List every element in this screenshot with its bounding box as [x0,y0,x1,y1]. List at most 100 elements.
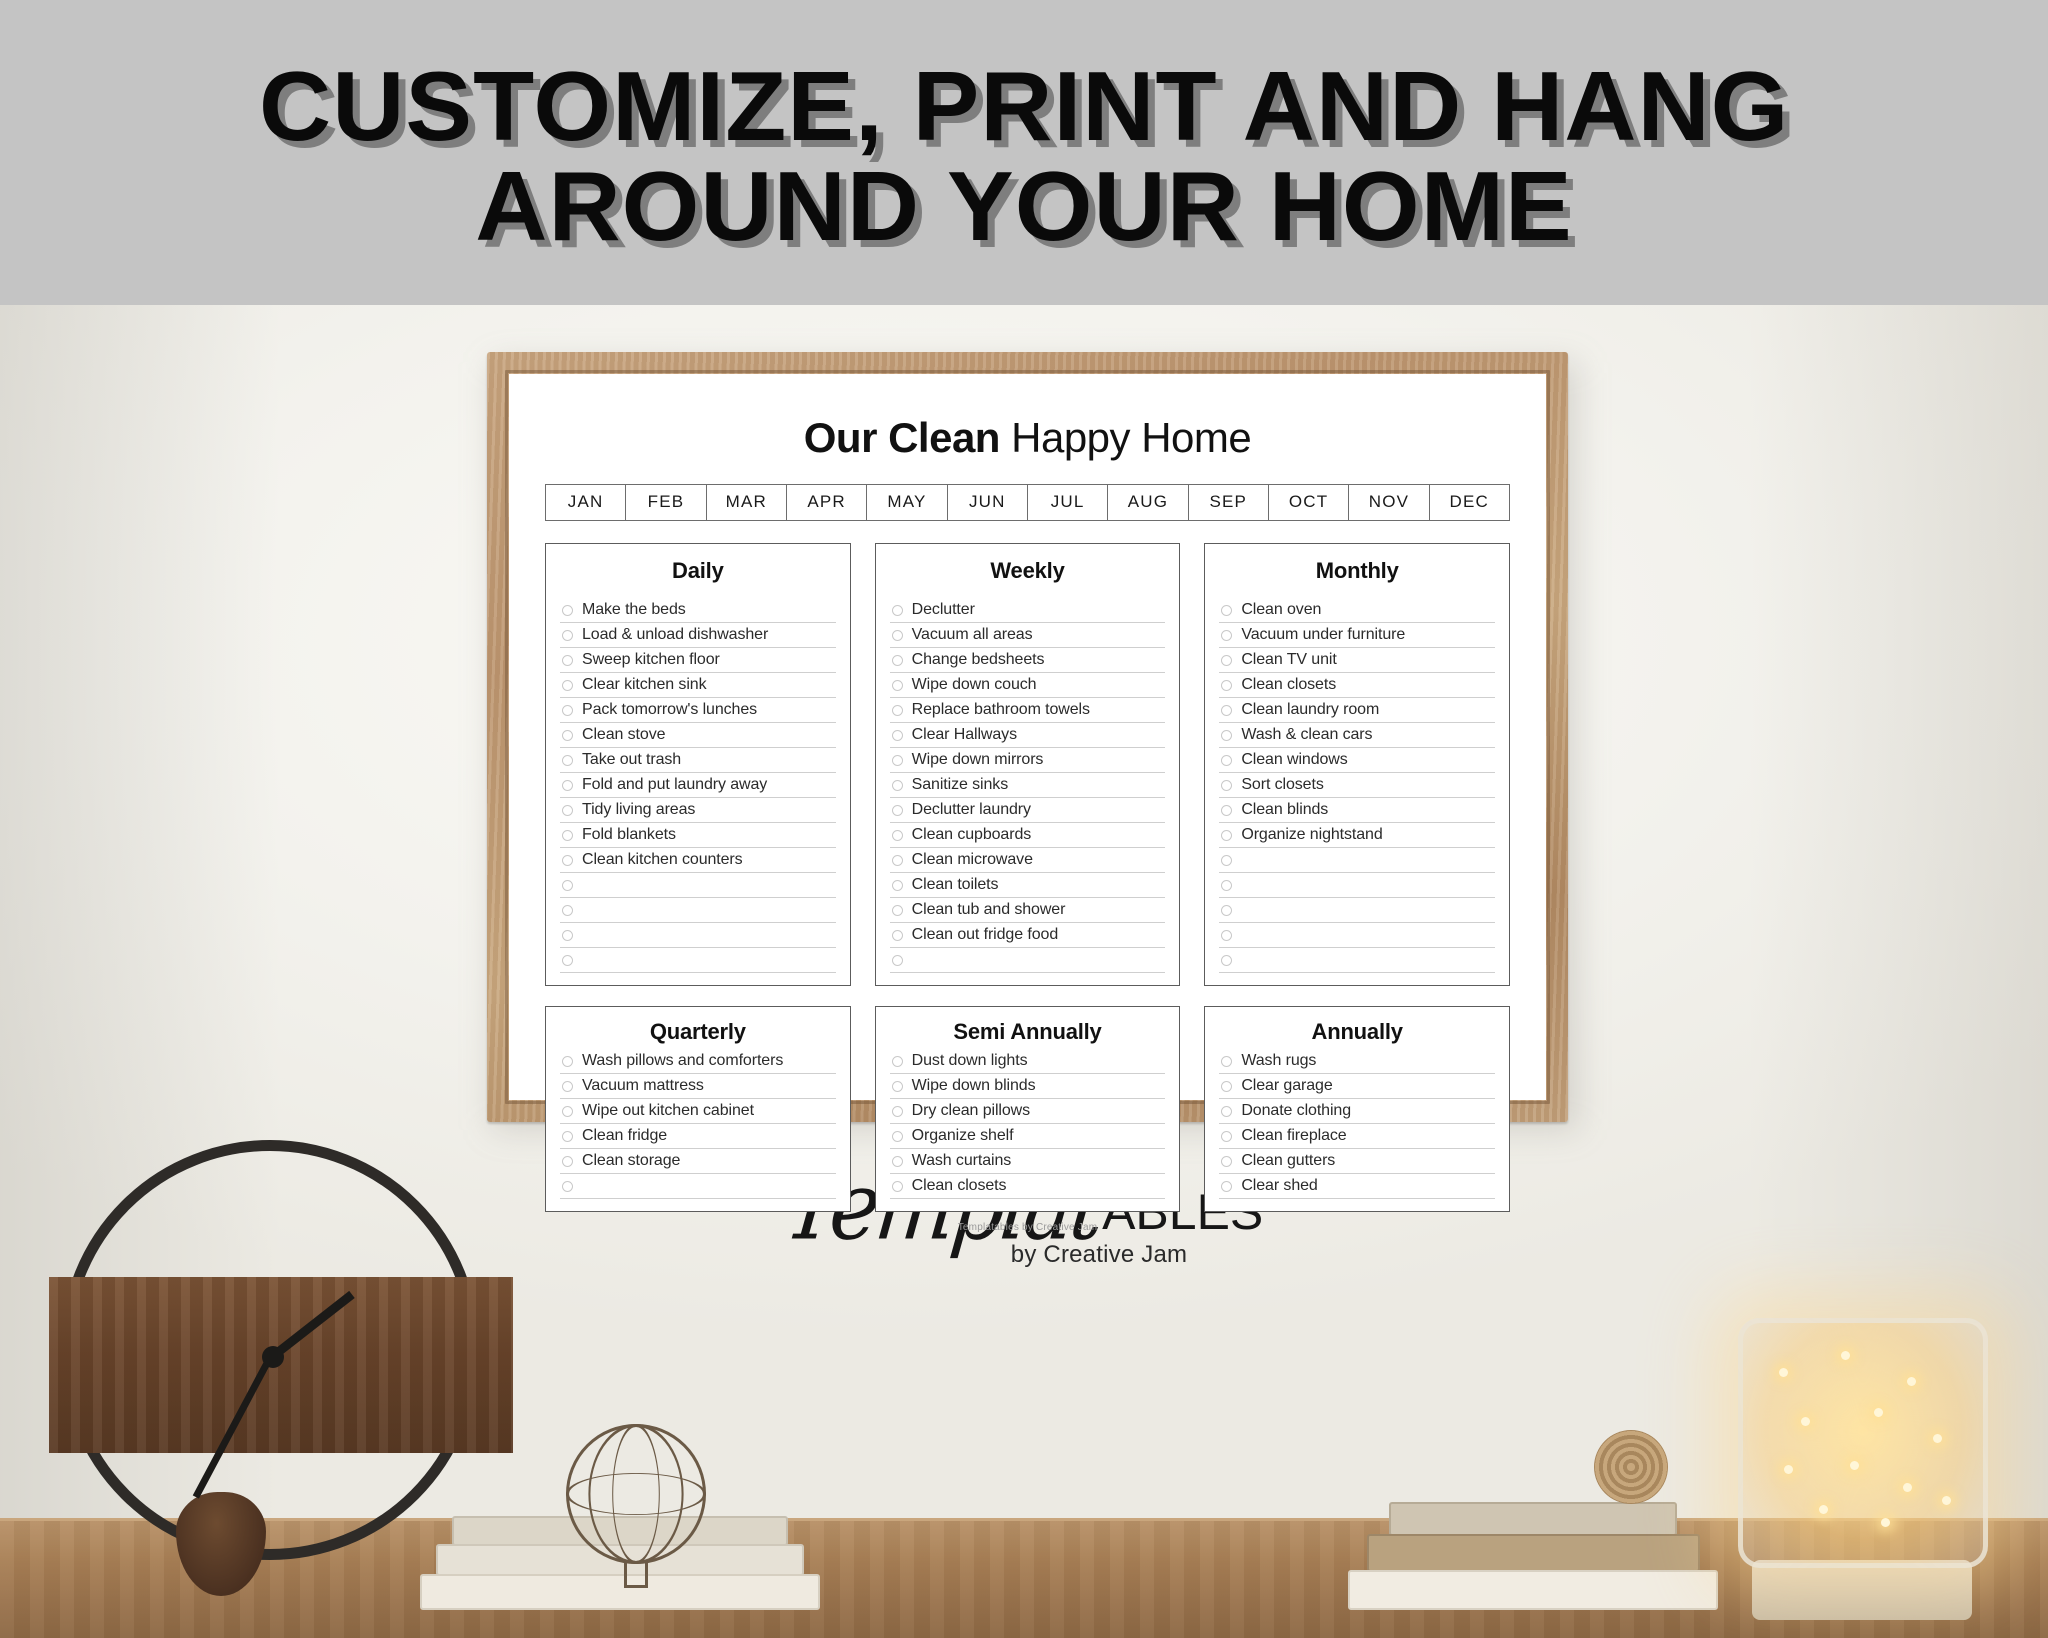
checkbox-circle-icon[interactable] [562,704,573,716]
checkbox-circle-icon[interactable] [1221,929,1233,941]
checkbox-circle-icon[interactable] [1221,729,1233,741]
task-row[interactable]: Clean blinds [1219,798,1496,823]
task-row[interactable]: Make the beds [560,598,836,623]
task-row[interactable]: Declutter [889,598,1166,623]
month-cell-nov[interactable]: NOV [1349,485,1430,520]
task-row[interactable]: Wipe down couch [889,673,1166,698]
task-row[interactable]: Wash rugs [1219,1049,1496,1074]
task-row[interactable]: Declutter laundry [889,798,1166,823]
task-row[interactable]: Wash curtains [889,1149,1166,1174]
task-row[interactable]: Wipe out kitchen cabinet [560,1099,836,1124]
task-row[interactable]: Organize nightstand [1219,823,1496,848]
checkbox-circle-icon[interactable] [1221,754,1233,766]
task-row[interactable]: Replace bathroom towels [889,698,1166,723]
checkbox-circle-icon[interactable] [891,1055,903,1067]
month-cell-jun[interactable]: JUN [948,485,1028,520]
task-row[interactable]: Dust down lights [889,1049,1166,1074]
task-row[interactable] [1219,898,1496,923]
checkbox-circle-icon[interactable] [562,1080,573,1092]
checkbox-circle-icon[interactable] [562,729,573,741]
checkbox-circle-icon[interactable] [562,954,573,966]
task-row[interactable]: Clean gutters [1219,1149,1496,1174]
task-row[interactable]: Fold blankets [560,823,836,848]
checkbox-circle-icon[interactable] [562,1130,573,1142]
checkbox-circle-icon[interactable] [1221,1130,1233,1142]
checkbox-circle-icon[interactable] [1221,629,1233,641]
checkbox-circle-icon[interactable] [891,879,903,891]
checkbox-circle-icon[interactable] [891,804,903,816]
task-row[interactable] [560,948,836,973]
task-row[interactable] [560,873,836,898]
task-row[interactable]: Organize shelf [889,1124,1166,1149]
month-cell-dec[interactable]: DEC [1430,485,1509,520]
checkbox-circle-icon[interactable] [891,654,903,666]
task-row[interactable]: Load & unload dishwasher [560,623,836,648]
task-row[interactable]: Fold and put laundry away [560,773,836,798]
checkbox-circle-icon[interactable] [891,1155,903,1167]
task-row[interactable] [560,1174,836,1199]
checkbox-circle-icon[interactable] [891,1130,903,1142]
task-row[interactable]: Vacuum under furniture [1219,623,1496,648]
checkbox-circle-icon[interactable] [891,629,903,641]
task-row[interactable]: Vacuum all areas [889,623,1166,648]
task-row[interactable]: Clean closets [1219,673,1496,698]
month-cell-jan[interactable]: JAN [546,485,627,520]
checkbox-circle-icon[interactable] [891,1105,903,1117]
task-row[interactable]: Clean toilets [889,873,1166,898]
task-row[interactable]: Clean fridge [560,1124,836,1149]
checkbox-circle-icon[interactable] [891,779,903,791]
month-cell-apr[interactable]: APR [787,485,868,520]
task-row[interactable]: Clean oven [1219,598,1496,623]
task-row[interactable] [1219,873,1496,898]
checkbox-circle-icon[interactable] [1221,954,1233,966]
task-row[interactable]: Pack tomorrow's lunches [560,698,836,723]
task-row[interactable]: Clean tub and shower [889,898,1166,923]
checkbox-circle-icon[interactable] [1221,904,1233,916]
task-row[interactable]: Take out trash [560,748,836,773]
checkbox-circle-icon[interactable] [891,829,903,841]
task-row[interactable]: Clean storage [560,1149,836,1174]
checkbox-circle-icon[interactable] [891,904,903,916]
task-row[interactable]: Clean kitchen counters [560,848,836,873]
task-row[interactable] [889,948,1166,973]
task-row[interactable]: Clean laundry room [1219,698,1496,723]
checkbox-circle-icon[interactable] [1221,1080,1233,1092]
checkbox-circle-icon[interactable] [891,704,903,716]
month-cell-may[interactable]: MAY [867,485,948,520]
checkbox-circle-icon[interactable] [562,1155,573,1167]
checkbox-circle-icon[interactable] [891,1080,903,1092]
task-row[interactable]: Wash pillows and comforters [560,1049,836,1074]
checkbox-circle-icon[interactable] [562,1180,573,1192]
task-row[interactable]: Vacuum mattress [560,1074,836,1099]
checkbox-circle-icon[interactable] [562,879,573,891]
task-row[interactable]: Tidy living areas [560,798,836,823]
task-row[interactable]: Donate clothing [1219,1099,1496,1124]
checkbox-circle-icon[interactable] [562,804,573,816]
checkbox-circle-icon[interactable] [891,954,903,966]
task-row[interactable]: Wash & clean cars [1219,723,1496,748]
task-row[interactable]: Clean stove [560,723,836,748]
checkbox-circle-icon[interactable] [562,904,573,916]
checkbox-circle-icon[interactable] [891,679,903,691]
checkbox-circle-icon[interactable] [1221,804,1233,816]
checkbox-circle-icon[interactable] [891,604,903,616]
checkbox-circle-icon[interactable] [562,929,573,941]
task-row[interactable]: Clear Hallways [889,723,1166,748]
task-row[interactable] [560,923,836,948]
task-row[interactable]: Wipe down blinds [889,1074,1166,1099]
checkbox-circle-icon[interactable] [891,754,903,766]
checkbox-circle-icon[interactable] [562,779,573,791]
task-row[interactable] [1219,923,1496,948]
checkbox-circle-icon[interactable] [562,679,573,691]
checkbox-circle-icon[interactable] [1221,679,1233,691]
checkbox-circle-icon[interactable] [1221,1155,1233,1167]
checkbox-circle-icon[interactable] [562,604,573,616]
month-cell-mar[interactable]: MAR [707,485,787,520]
checkbox-circle-icon[interactable] [891,929,903,941]
checkbox-circle-icon[interactable] [1221,1055,1233,1067]
task-row[interactable]: Wipe down mirrors [889,748,1166,773]
month-cell-sep[interactable]: SEP [1189,485,1269,520]
checkbox-circle-icon[interactable] [1221,1105,1233,1117]
task-row[interactable]: Sweep kitchen floor [560,648,836,673]
checkbox-circle-icon[interactable] [1221,879,1233,891]
